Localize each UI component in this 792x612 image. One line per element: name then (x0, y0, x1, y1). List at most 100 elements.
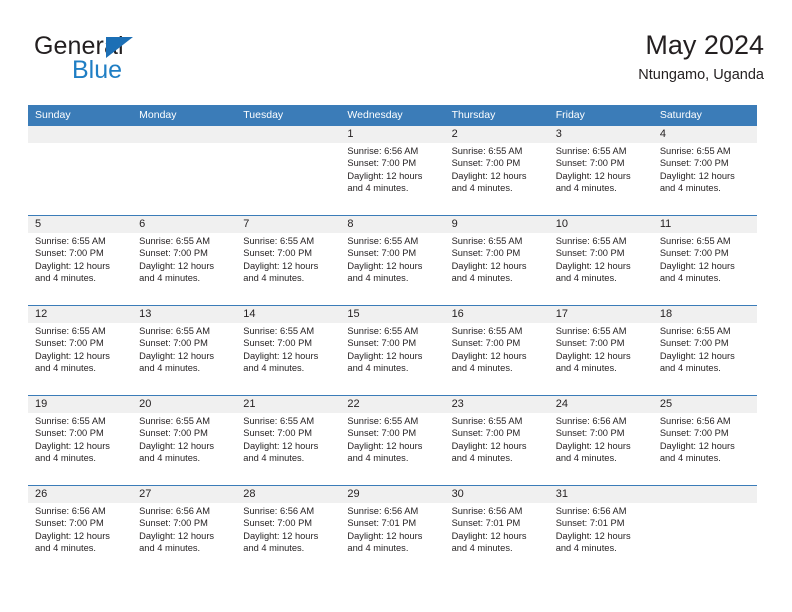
day-cell[interactable]: Sunrise: 6:56 AM Sunset: 7:01 PM Dayligh… (549, 503, 653, 575)
day-cell[interactable]: Sunrise: 6:55 AM Sunset: 7:00 PM Dayligh… (653, 143, 757, 215)
day-number[interactable]: 23 (445, 396, 549, 413)
day-cell[interactable]: Sunrise: 6:55 AM Sunset: 7:00 PM Dayligh… (549, 323, 653, 395)
daylight-line-1: Daylight: 12 hours (347, 170, 423, 181)
day-number[interactable]: 24 (549, 396, 653, 413)
day-cell[interactable]: Sunrise: 6:55 AM Sunset: 7:00 PM Dayligh… (653, 323, 757, 395)
daylight-line-1: Daylight: 12 hours (555, 350, 631, 361)
day-cell[interactable]: Sunrise: 6:55 AM Sunset: 7:00 PM Dayligh… (549, 143, 653, 215)
day-cell[interactable]: Sunrise: 6:56 AM Sunset: 7:00 PM Dayligh… (28, 503, 132, 575)
day-cell[interactable]: Sunrise: 6:56 AM Sunset: 7:00 PM Dayligh… (236, 503, 340, 575)
sunrise-line: Sunrise: 6:55 AM (347, 236, 419, 246)
day-number[interactable]: 20 (132, 396, 236, 413)
day-number[interactable]: 14 (236, 306, 340, 323)
day-number[interactable] (653, 486, 757, 503)
sunset-line: Sunset: 7:00 PM (555, 248, 625, 259)
sunset-line: Sunset: 7:00 PM (243, 428, 313, 439)
day-cell[interactable]: Sunrise: 6:55 AM Sunset: 7:00 PM Dayligh… (445, 413, 549, 485)
day-number[interactable]: 1 (340, 126, 444, 143)
day-cell[interactable]: Sunrise: 6:56 AM Sunset: 7:01 PM Dayligh… (445, 503, 549, 575)
day-number[interactable]: 27 (132, 486, 236, 503)
day-number[interactable]: 7 (236, 216, 340, 233)
day-cell[interactable]: Sunrise: 6:56 AM Sunset: 7:01 PM Dayligh… (340, 503, 444, 575)
sunset-line: Sunset: 7:00 PM (347, 338, 417, 349)
day-number[interactable]: 16 (445, 306, 549, 323)
day-number[interactable]: 12 (28, 306, 132, 323)
week-day-number-band: 5 6 7 8 9 10 11 (28, 216, 757, 233)
daylight-line-2: and 4 minutes. (243, 363, 305, 374)
daylight-line-2: and 4 minutes. (139, 453, 201, 464)
day-number[interactable] (28, 126, 132, 143)
day-number[interactable]: 13 (132, 306, 236, 323)
sunrise-line: Sunrise: 6:55 AM (347, 416, 419, 426)
day-cell[interactable]: Sunrise: 6:56 AM Sunset: 7:00 PM Dayligh… (653, 413, 757, 485)
day-cell[interactable]: Sunrise: 6:55 AM Sunset: 7:00 PM Dayligh… (445, 143, 549, 215)
day-number[interactable]: 31 (549, 486, 653, 503)
daylight-line-1: Daylight: 12 hours (35, 440, 110, 451)
day-cell[interactable]: Sunrise: 6:55 AM Sunset: 7:00 PM Dayligh… (236, 323, 340, 395)
day-number[interactable]: 25 (653, 396, 757, 413)
daylight-line-1: Daylight: 12 hours (35, 350, 110, 361)
day-cell[interactable]: Sunrise: 6:55 AM Sunset: 7:00 PM Dayligh… (445, 233, 549, 305)
sunrise-line: Sunrise: 6:55 AM (555, 236, 627, 246)
logo-triangle-icon (106, 37, 133, 58)
day-number[interactable]: 8 (340, 216, 444, 233)
day-number[interactable] (132, 126, 236, 143)
day-number[interactable]: 17 (549, 306, 653, 323)
day-number[interactable]: 6 (132, 216, 236, 233)
daylight-line-2: and 4 minutes. (555, 543, 617, 554)
daylight-line-2: and 4 minutes. (347, 543, 409, 554)
day-cell[interactable]: Sunrise: 6:56 AM Sunset: 7:00 PM Dayligh… (132, 503, 236, 575)
day-cell[interactable]: Sunrise: 6:56 AM Sunset: 7:00 PM Dayligh… (340, 143, 444, 215)
day-cell[interactable]: Sunrise: 6:55 AM Sunset: 7:00 PM Dayligh… (340, 323, 444, 395)
day-number[interactable]: 9 (445, 216, 549, 233)
day-cell[interactable]: Sunrise: 6:55 AM Sunset: 7:00 PM Dayligh… (445, 323, 549, 395)
day-cell[interactable]: Sunrise: 6:55 AM Sunset: 7:00 PM Dayligh… (236, 413, 340, 485)
day-cell[interactable]: Sunrise: 6:55 AM Sunset: 7:00 PM Dayligh… (28, 233, 132, 305)
sunrise-line: Sunrise: 6:55 AM (139, 326, 210, 336)
daylight-line-2: and 4 minutes. (451, 183, 513, 194)
week-detail-band: Sunrise: 6:56 AM Sunset: 7:00 PM Dayligh… (28, 503, 757, 575)
day-cell[interactable]: Sunrise: 6:55 AM Sunset: 7:00 PM Dayligh… (132, 413, 236, 485)
day-number[interactable]: 4 (653, 126, 757, 143)
day-cell[interactable]: Sunrise: 6:55 AM Sunset: 7:00 PM Dayligh… (28, 323, 132, 395)
day-number[interactable]: 3 (549, 126, 653, 143)
day-number[interactable]: 22 (340, 396, 444, 413)
daylight-line-1: Daylight: 12 hours (139, 260, 215, 271)
daylight-line-1: Daylight: 12 hours (139, 440, 215, 451)
day-number[interactable]: 2 (445, 126, 549, 143)
sunset-line: Sunset: 7:00 PM (35, 338, 104, 349)
day-number[interactable]: 18 (653, 306, 757, 323)
day-number[interactable]: 19 (28, 396, 132, 413)
calendar-grid: Sunday Monday Tuesday Wednesday Thursday… (28, 105, 757, 575)
day-cell[interactable]: Sunrise: 6:55 AM Sunset: 7:00 PM Dayligh… (340, 233, 444, 305)
day-number[interactable]: 28 (236, 486, 340, 503)
day-cell[interactable]: Sunrise: 6:56 AM Sunset: 7:00 PM Dayligh… (549, 413, 653, 485)
day-number[interactable]: 11 (653, 216, 757, 233)
day-number[interactable]: 29 (340, 486, 444, 503)
day-cell[interactable]: Sunrise: 6:55 AM Sunset: 7:00 PM Dayligh… (340, 413, 444, 485)
daylight-line-2: and 4 minutes. (555, 363, 617, 374)
general-blue-logo[interactable]: General Blue (34, 32, 274, 88)
day-cell[interactable]: Sunrise: 6:55 AM Sunset: 7:00 PM Dayligh… (132, 233, 236, 305)
daylight-line-1: Daylight: 12 hours (659, 170, 735, 181)
day-cell[interactable]: Sunrise: 6:55 AM Sunset: 7:00 PM Dayligh… (653, 233, 757, 305)
day-cell[interactable]: Sunrise: 6:55 AM Sunset: 7:00 PM Dayligh… (236, 233, 340, 305)
daylight-line-2: and 4 minutes. (347, 363, 409, 374)
day-number[interactable] (236, 126, 340, 143)
day-cell[interactable]: Sunrise: 6:55 AM Sunset: 7:00 PM Dayligh… (28, 413, 132, 485)
sunrise-line: Sunrise: 6:55 AM (659, 146, 731, 156)
day-number[interactable]: 5 (28, 216, 132, 233)
sunrise-line: Sunrise: 6:56 AM (659, 416, 731, 426)
day-cell[interactable]: Sunrise: 6:55 AM Sunset: 7:00 PM Dayligh… (549, 233, 653, 305)
day-number[interactable]: 21 (236, 396, 340, 413)
day-number[interactable]: 30 (445, 486, 549, 503)
sunrise-line: Sunrise: 6:55 AM (139, 236, 210, 246)
sunrise-line: Sunrise: 6:55 AM (555, 146, 627, 156)
day-number[interactable]: 26 (28, 486, 132, 503)
day-number[interactable]: 15 (340, 306, 444, 323)
day-number[interactable]: 10 (549, 216, 653, 233)
calendar-week-row: 26 27 28 29 30 31 Sunrise: 6:56 AM Sunse… (28, 485, 757, 575)
day-cell[interactable]: Sunrise: 6:55 AM Sunset: 7:00 PM Dayligh… (132, 323, 236, 395)
sunrise-line: Sunrise: 6:55 AM (451, 236, 523, 246)
daylight-line-2: and 4 minutes. (555, 453, 617, 464)
